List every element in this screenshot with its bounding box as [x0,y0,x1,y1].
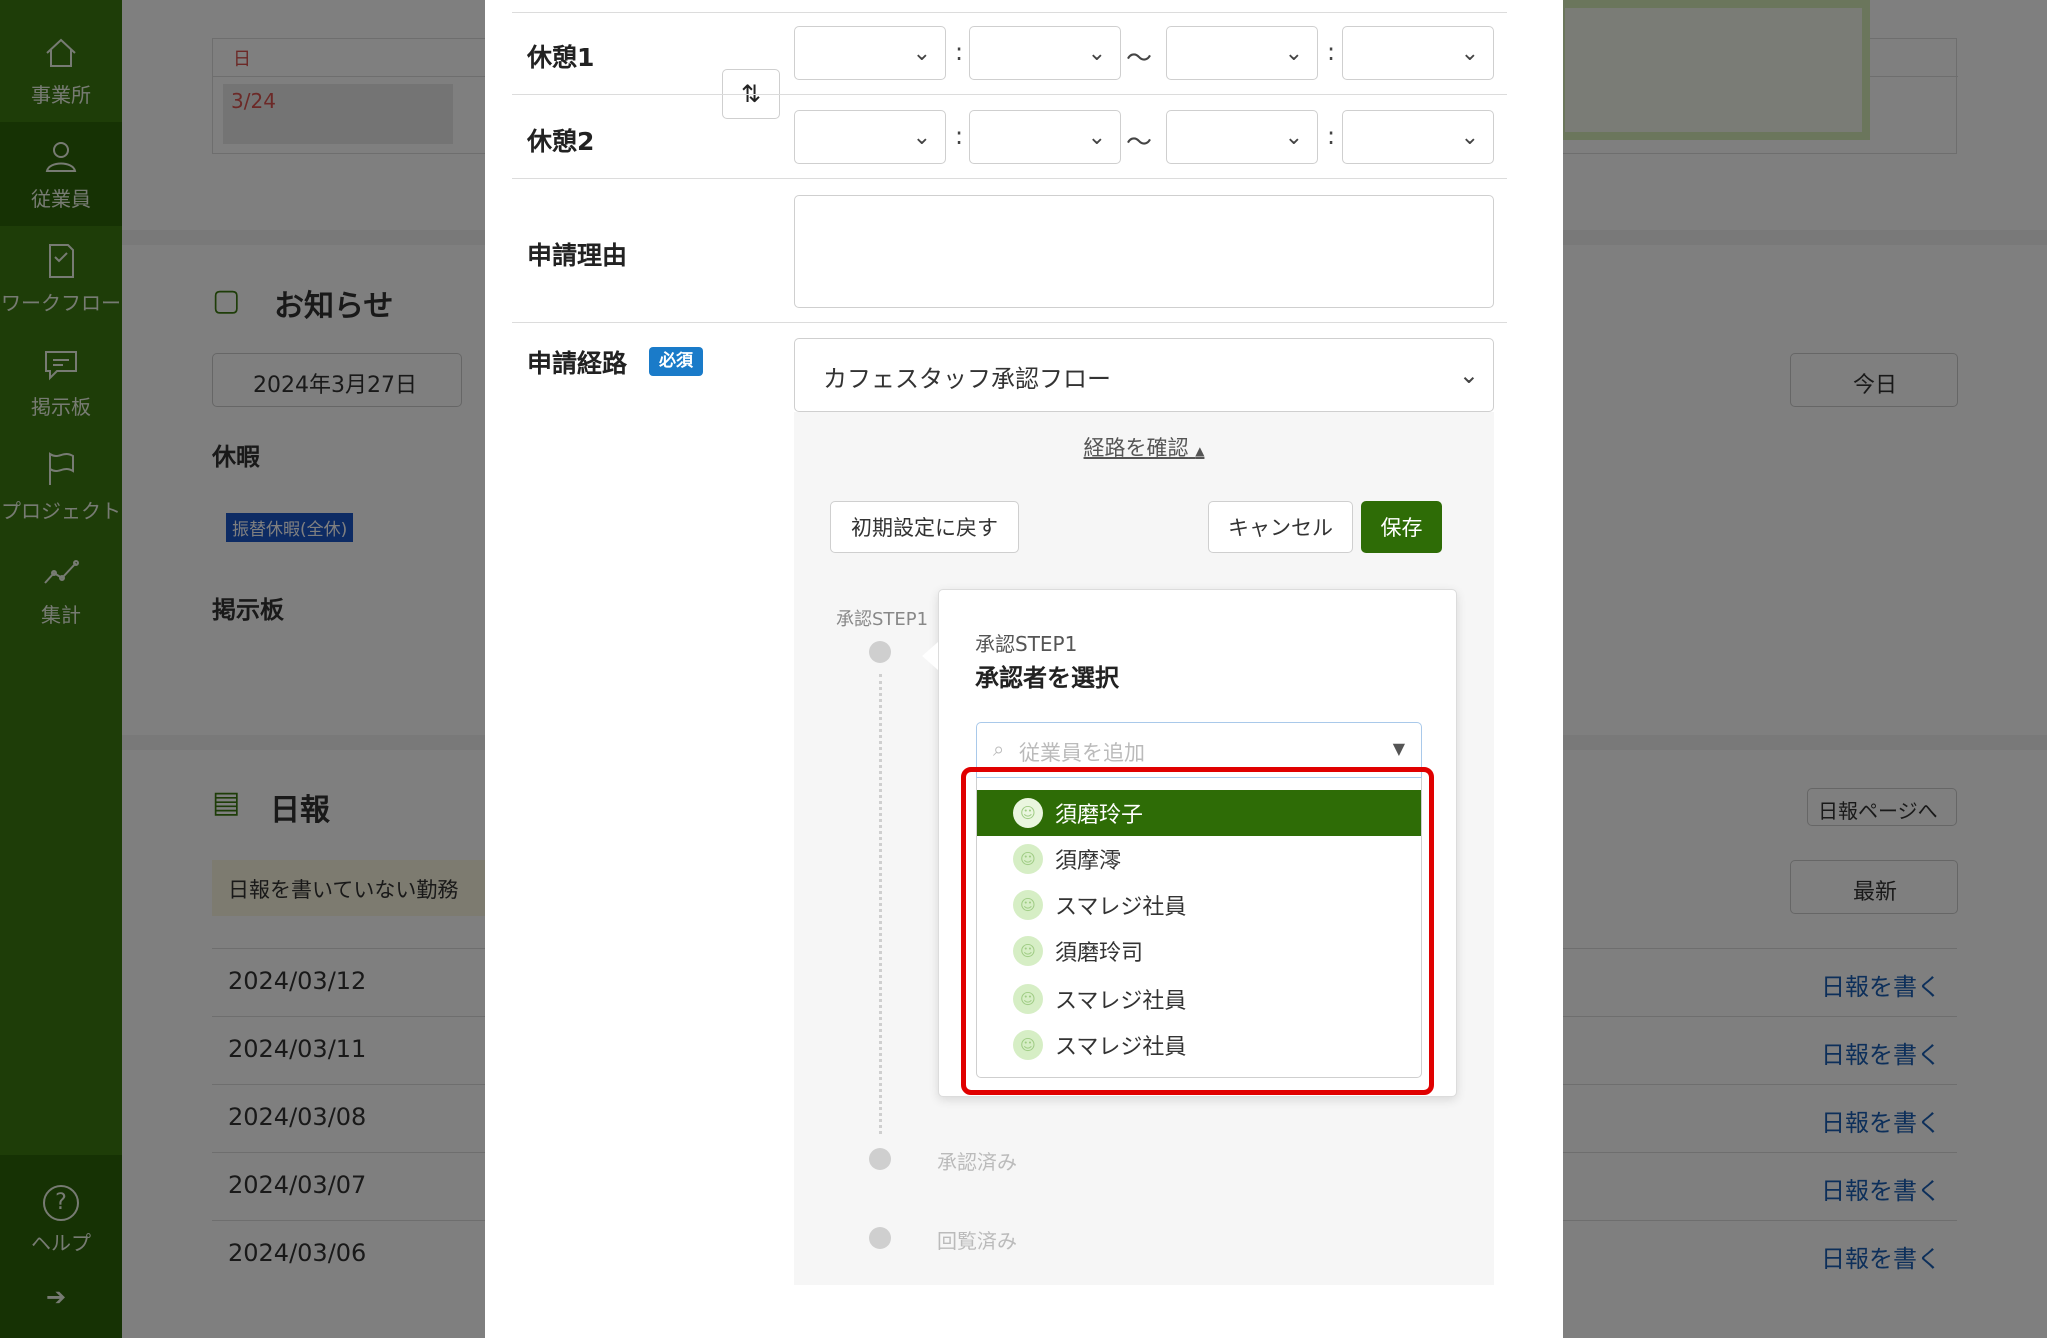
break1-end-hour-select[interactable]: ⌄ [1166,26,1318,80]
chevron-down-icon: ⌄ [1087,41,1106,66]
chevron-down-icon: ⌄ [1284,41,1303,66]
step1-side-label: 承認STEP1 [836,609,929,630]
break2-end-hour-select[interactable]: ⌄ [1166,110,1318,164]
chevron-down-icon: ⌄ [1460,41,1479,66]
chevron-down-icon: ⌄ [1087,125,1106,150]
required-badge: 必須 [649,347,703,376]
timeline-line [879,674,882,1134]
caret-up-icon: ▲ [1195,444,1205,458]
search-icon: ⌕ [993,737,1005,761]
break1-start-hour-select[interactable]: ⌄ [794,26,946,80]
route-select[interactable]: カフェスタッフ承認フロー ⌄ [794,338,1494,412]
caret-down-icon: ▼ [1392,739,1405,758]
cancel-button[interactable]: キャンセル [1208,501,1353,553]
colon-separator: : [1327,38,1336,66]
check-route-link[interactable]: 経路を確認 ▲ [794,432,1494,462]
range-separator: 〜 [1126,128,1153,158]
break1-label: 休憩1 [527,43,595,72]
route-label: 申請経路 [527,349,628,378]
highlight-annotation [961,767,1434,1095]
break2-start-minute-select[interactable]: ⌄ [969,110,1121,164]
card-step-label: 承認STEP1 [975,632,1078,656]
save-button[interactable]: 保存 [1361,501,1442,553]
chevron-down-icon: ⌄ [912,125,931,150]
viewed-label: 回覧済み [937,1229,1017,1253]
search-placeholder: 従業員を追加 [1019,741,1145,765]
colon-separator: : [955,122,964,150]
break2-start-hour-select[interactable]: ⌄ [794,110,946,164]
break1-end-minute-select[interactable]: ⌄ [1342,26,1494,80]
range-separator: 〜 [1126,44,1153,74]
chevron-down-icon: ⌄ [1284,125,1303,150]
break1-start-minute-select[interactable]: ⌄ [969,26,1121,80]
chevron-down-icon: ⌄ [1458,361,1479,389]
step1-dot [869,641,891,663]
approved-label: 承認済み [937,1150,1017,1174]
colon-separator: : [955,38,964,66]
card-pointer [922,642,938,670]
route-select-value: カフェスタッフ承認フロー [823,365,1111,393]
break2-label: 休憩2 [527,127,595,156]
reason-textarea[interactable] [794,195,1494,308]
approved-dot [869,1148,891,1170]
chevron-down-icon: ⌄ [1460,125,1479,150]
viewed-dot [869,1227,891,1249]
colon-separator: : [1327,122,1336,150]
card-title: 承認者を選択 [975,664,1119,692]
chevron-down-icon: ⌄ [912,41,931,66]
reason-label: 申請理由 [527,241,628,270]
reset-route-button[interactable]: 初期設定に戻す [830,501,1019,553]
break2-end-minute-select[interactable]: ⌄ [1342,110,1494,164]
